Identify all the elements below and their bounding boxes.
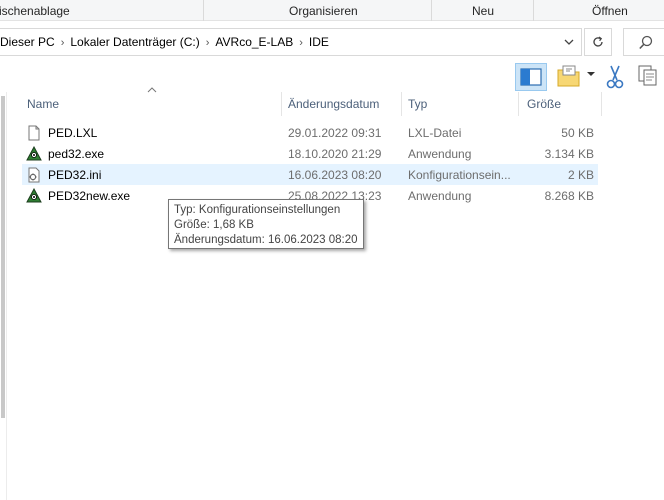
address-bar[interactable]: Dieser PC › Lokaler Datenträger (C:) › AVRco… xyxy=(0,28,582,56)
file-date: 18.10.2020 21:29 xyxy=(288,147,382,161)
file-type: LXL-Datei xyxy=(408,126,462,140)
file-size: 8.268 KB xyxy=(544,189,594,203)
chevron-down-icon[interactable] xyxy=(586,70,596,78)
new-folder-icon[interactable] xyxy=(557,65,581,87)
file-type: Konfigurationsein... xyxy=(408,168,511,182)
ribbon-divider xyxy=(431,0,432,21)
navigation-pane xyxy=(0,92,7,500)
breadcrumb-item[interactable]: Lokaler Datenträger (C:) xyxy=(70,35,199,49)
file-name: PED32.ini xyxy=(48,168,102,182)
file-date: 29.01.2022 09:31 xyxy=(288,126,382,140)
file-row[interactable]: ped32.exe 18.10.2020 21:29 Anwendung 3.1… xyxy=(22,143,598,164)
file-name: PED32new.exe xyxy=(48,189,131,203)
file-name: PED.LXL xyxy=(48,126,98,140)
column-header-type[interactable]: Typ xyxy=(402,92,518,116)
breadcrumb-item[interactable]: AVRco_E-LAB xyxy=(215,35,293,49)
tooltip-type: Typ: Konfigurationseinstellungen xyxy=(174,204,341,216)
file-type: Anwendung xyxy=(408,189,472,203)
search-box[interactable] xyxy=(623,28,664,56)
breadcrumb-separator-icon[interactable]: › xyxy=(61,37,65,49)
chevron-down-icon[interactable] xyxy=(556,32,582,52)
column-header-name[interactable]: Name xyxy=(21,92,281,116)
exe-app-icon xyxy=(26,188,42,203)
tooltip-modified: Änderungsdatum: 16.06.2023 08:20 xyxy=(174,234,358,246)
column-header-date[interactable]: Änderungsdatum xyxy=(282,92,400,116)
tooltip-size: Größe: 1,68 KB xyxy=(174,219,254,231)
file-row[interactable]: PED32.ini 16.06.2023 08:20 Konfiguration… xyxy=(22,164,598,185)
preview-pane-button[interactable] xyxy=(515,63,547,91)
copy-icon[interactable] xyxy=(638,65,658,87)
file-type: Anwendung xyxy=(408,147,472,161)
nav-scrollbar-thumb[interactable] xyxy=(1,96,5,418)
ribbon-group-clipboard: ischenablage xyxy=(0,4,70,18)
file-date: 16.06.2023 08:20 xyxy=(288,168,382,182)
file-row[interactable]: PED.LXL 29.01.2022 09:31 LXL-Datei 50 KB xyxy=(22,122,598,143)
breadcrumb-item[interactable]: IDE xyxy=(309,35,329,49)
document-icon xyxy=(28,125,40,141)
ribbon-divider xyxy=(533,0,534,21)
refresh-icon xyxy=(593,36,603,47)
preview-pane-icon xyxy=(520,68,542,86)
exe-app-icon xyxy=(26,146,42,161)
file-name: ped32.exe xyxy=(48,147,105,161)
file-size: 3.134 KB xyxy=(544,147,594,161)
breadcrumb: Dieser PC › Lokaler Datenträger (C:) › AVRco… xyxy=(0,35,329,49)
column-header-size[interactable]: Größe xyxy=(521,92,601,116)
ribbon-divider xyxy=(203,0,204,21)
ribbon-group-new: Neu xyxy=(472,4,495,18)
address-bar-row: Dieser PC › Lokaler Datenträger (C:) › AVRco… xyxy=(0,22,664,60)
scissors-icon[interactable] xyxy=(605,65,625,89)
ribbon-group-organize: Organisieren xyxy=(289,4,358,18)
column-divider[interactable] xyxy=(518,92,519,116)
refresh-button[interactable] xyxy=(584,28,612,56)
ribbon-group-labels: ischenablage Organisieren Neu Öffnen xyxy=(0,0,664,21)
settings-file-icon xyxy=(28,167,40,183)
breadcrumb-separator-icon[interactable]: › xyxy=(206,37,210,49)
file-info-tooltip: Typ: Konfigurationseinstellungen Größe: … xyxy=(168,199,364,249)
file-size: 2 KB xyxy=(567,168,594,182)
search-icon xyxy=(639,35,653,50)
toolbar xyxy=(0,60,664,92)
file-size: 50 KB xyxy=(561,126,594,140)
breadcrumb-separator-icon[interactable]: › xyxy=(299,37,303,49)
breadcrumb-item[interactable]: Dieser PC xyxy=(0,35,55,49)
column-divider[interactable] xyxy=(601,92,602,116)
ribbon-group-open: Öffnen xyxy=(592,4,628,18)
